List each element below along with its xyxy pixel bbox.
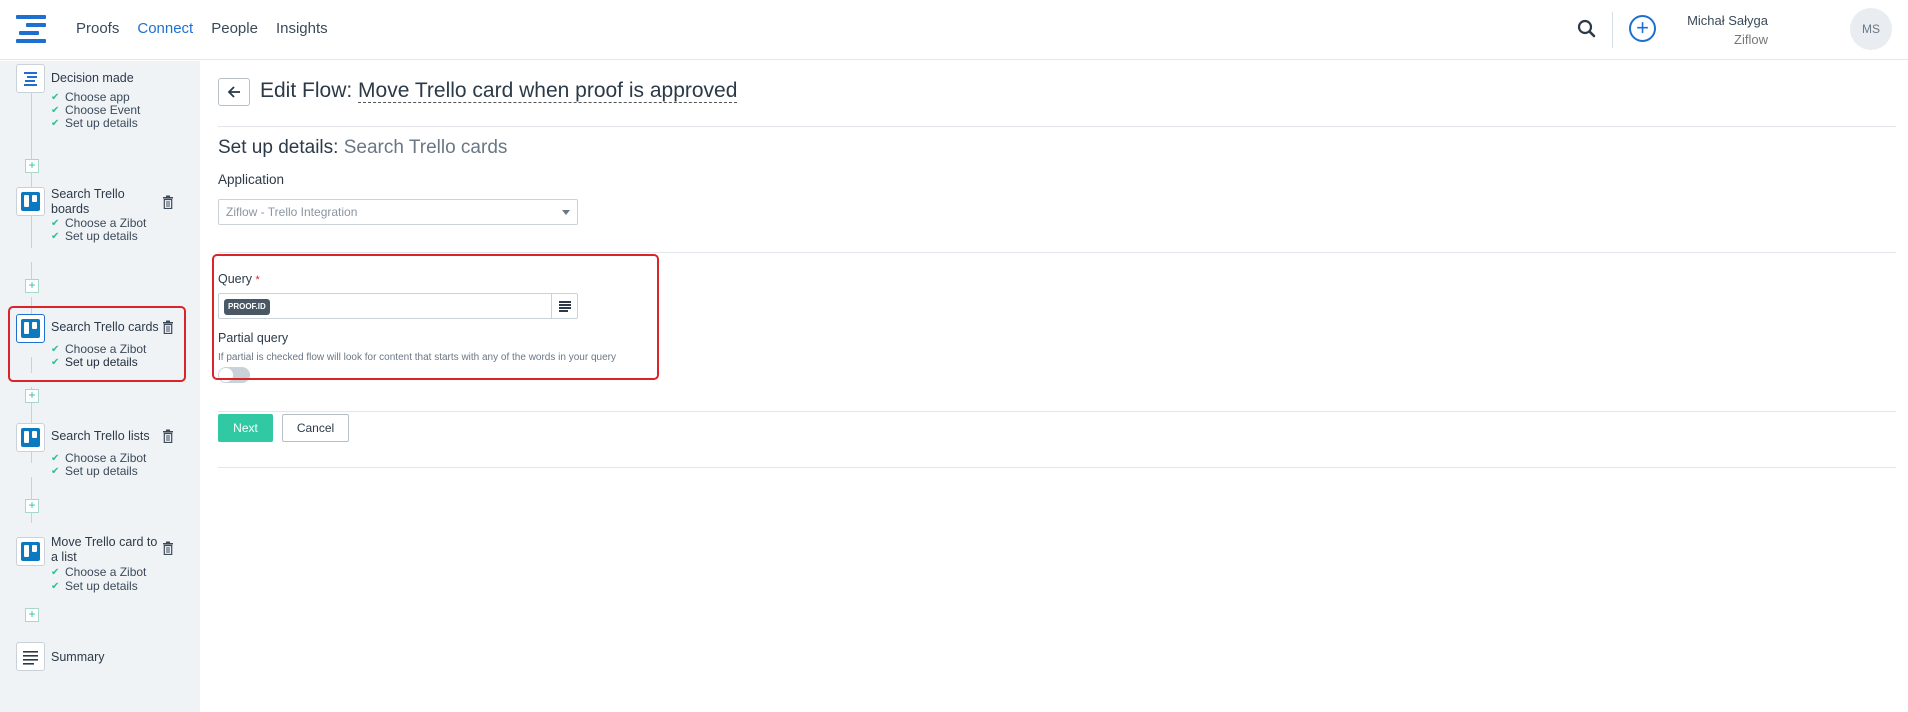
section-name: Search Trello cards <box>343 137 508 158</box>
trello-icon <box>16 187 45 216</box>
trash-icon[interactable] <box>162 429 174 443</box>
add-step-button[interactable]: + <box>25 608 39 622</box>
add-circle-icon[interactable]: + <box>1629 15 1656 42</box>
trello-icon <box>16 423 45 452</box>
add-step-button[interactable]: + <box>25 279 39 293</box>
add-step-button[interactable]: + <box>25 499 39 513</box>
step-title: Decision made <box>51 71 134 85</box>
back-button[interactable] <box>218 78 250 106</box>
check-icon: ✔ <box>51 567 60 578</box>
step-move-trello-card[interactable]: Move Trello card to a list ✔ Choose a Zib… <box>16 533 186 597</box>
title-prefix: Edit Flow: <box>260 79 353 102</box>
add-step-button[interactable]: + <box>25 159 39 173</box>
step-title: Summary <box>51 650 105 664</box>
flow-name-editable[interactable]: Move Trello card when proof is approved <box>358 79 738 103</box>
summary-icon <box>16 642 45 671</box>
top-navbar: Proofs Connect People Insights + Michał … <box>0 0 1908 60</box>
caret-down-icon <box>562 210 570 215</box>
flow-steps-sidebar: Decision made ✔ Choose app ✔ Choose Event … <box>0 61 200 712</box>
substep[interactable]: ✔ Set up details <box>51 579 138 594</box>
nav-people[interactable]: People <box>211 20 258 37</box>
trash-icon[interactable] <box>162 541 174 555</box>
step-title: Search Trello boards <box>51 187 125 216</box>
application-value: Ziflow - Trello Integration <box>226 205 358 219</box>
application-label: Application <box>218 172 285 187</box>
highlight-annotation <box>8 306 186 382</box>
search-icon[interactable] <box>1576 18 1598 40</box>
nav-insights[interactable]: Insights <box>276 20 328 37</box>
connector-line <box>31 262 32 279</box>
user-info[interactable]: Michał Sałyga Ziflow <box>1687 13 1768 47</box>
add-step-button[interactable]: + <box>25 389 39 403</box>
check-icon: ✔ <box>51 118 60 129</box>
connector-line <box>31 173 32 187</box>
trash-icon[interactable] <box>162 195 174 209</box>
step-summary[interactable]: Summary <box>16 642 186 672</box>
substep[interactable]: ✔ Set up details <box>51 116 138 131</box>
substep[interactable]: ✔ Choose a Zibot <box>51 565 146 580</box>
trello-icon <box>16 537 45 566</box>
page-title: Edit Flow: Move Trello card when proof i… <box>260 79 738 103</box>
check-icon: ✔ <box>51 231 60 242</box>
check-icon: ✔ <box>51 466 60 477</box>
highlight-annotation <box>212 254 659 380</box>
nav-divider <box>1612 12 1613 48</box>
avatar[interactable]: MS <box>1850 8 1892 50</box>
nav-connect[interactable]: Connect <box>137 20 193 37</box>
divider <box>218 467 1896 468</box>
divider <box>218 252 1896 253</box>
user-name: Michał Sałyga <box>1687 13 1768 28</box>
section-title: Set up details: Search Trello cards <box>218 137 507 159</box>
step-search-trello-lists[interactable]: Search Trello lists ✔ Choose a Zibot ✔ Set… <box>16 423 186 485</box>
step-decision-made[interactable]: Decision made ✔ Choose app ✔ Choose Event … <box>16 64 186 134</box>
arrow-left-icon <box>227 86 240 98</box>
substep[interactable]: ✔ Set up details <box>51 464 138 479</box>
ziflow-logo-icon[interactable] <box>16 14 46 44</box>
step-title: Move Trello card to a list <box>51 535 158 564</box>
main-nav: Proofs Connect People Insights <box>76 20 328 37</box>
application-select[interactable]: Ziflow - Trello Integration <box>218 199 578 225</box>
divider <box>218 411 1896 412</box>
ziflow-step-icon <box>16 64 45 93</box>
nav-proofs[interactable]: Proofs <box>76 20 119 37</box>
user-org: Ziflow <box>1734 32 1768 47</box>
check-icon: ✔ <box>51 581 60 592</box>
substep[interactable]: ✔ Set up details <box>51 229 138 244</box>
step-search-trello-boards[interactable]: Search Trello boards ✔ Choose a Zibot ✔ Se… <box>16 187 186 247</box>
section-prefix: Set up details: <box>218 137 339 158</box>
step-title: Search Trello lists <box>51 429 150 443</box>
next-button[interactable]: Next <box>218 414 273 442</box>
divider <box>218 126 1896 127</box>
cancel-button[interactable]: Cancel <box>282 414 349 442</box>
